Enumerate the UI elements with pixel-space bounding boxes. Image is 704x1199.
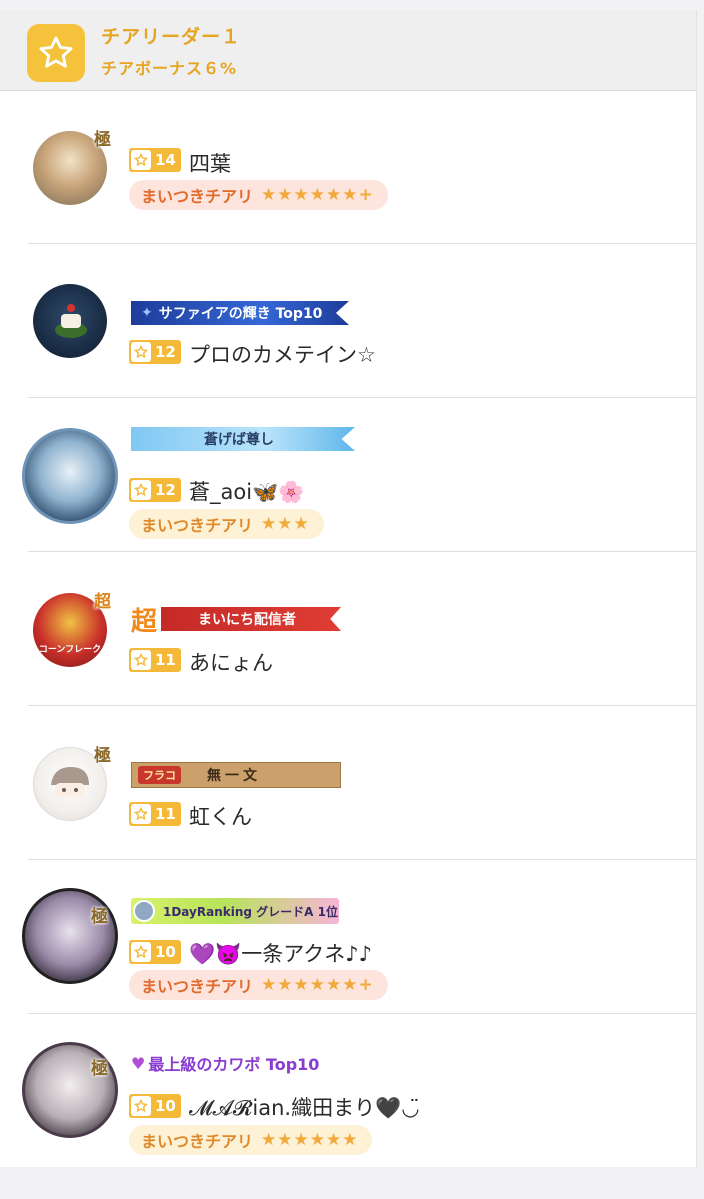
user-row[interactable]: 極 14 四葉 まいつきチアリ ★★★★★★+ <box>0 90 696 244</box>
cheer-badge: まいつきチアリ ★★★★★★+ <box>129 970 388 1000</box>
rank-mark: 超 <box>94 592 111 612</box>
star-icon <box>131 1096 151 1116</box>
avatar[interactable] <box>22 428 118 524</box>
avatar[interactable]: 極 <box>33 130 111 205</box>
title-banner: 1DayRanking グレードA 1位 <box>131 898 339 924</box>
title-banner: ♥ 最上級のカワボ Top10 <box>131 1053 320 1075</box>
avatar[interactable]: コーンフレーク 超 <box>33 592 111 667</box>
tier-title: チアリーダー１ <box>101 26 242 48</box>
title-banner: 超 まいにち配信者 <box>131 606 342 637</box>
user-name[interactable]: 💜👿一条アクネ♪♪ <box>189 938 372 968</box>
star-icon <box>131 942 151 962</box>
level-badge: 11 <box>129 648 181 672</box>
cheer-leader-panel: チアリーダー１ チアボーナス６% 極 14 四葉 まいつきチアリ ★★★★★★+ <box>0 10 697 1167</box>
level-badge: 14 <box>129 148 181 172</box>
title-banner: 蒼げば尊し <box>131 426 355 452</box>
avatar[interactable]: 極 <box>22 888 118 984</box>
cheer-badge: まいつきチアリ ★★★★★★ <box>129 1125 373 1155</box>
character-icon <box>51 767 89 797</box>
rank-mark: 極 <box>91 1059 108 1079</box>
star-icon <box>131 480 151 500</box>
rank-mark: 極 <box>94 130 111 150</box>
user-name[interactable]: 蒼_aoi🦋🌸 <box>189 476 304 506</box>
user-row[interactable]: ✦ サファイアの輝き Top10 12 プロのカメテイン☆ <box>0 244 696 398</box>
tier-header: チアリーダー１ チアボーナス６% <box>0 10 696 91</box>
star-icon <box>27 24 85 82</box>
level-badge: 10 <box>129 1094 181 1118</box>
avatar[interactable]: 極 <box>33 746 111 821</box>
tier-bonus: チアボーナス６% <box>101 59 238 78</box>
avatar[interactable]: 極 <box>22 1042 118 1138</box>
title-banner: ✦ サファイアの輝き Top10 <box>131 300 349 326</box>
rank-mark: 極 <box>94 746 111 766</box>
avatar[interactable] <box>33 284 107 358</box>
rank-mark: 極 <box>91 907 108 927</box>
user-name[interactable]: あにょん <box>189 647 273 677</box>
star-icon <box>131 342 151 362</box>
title-banner: フラコ 無一文 <box>131 762 341 788</box>
user-name[interactable]: 𝓜𝓐𝓡ian.織田まり🖤◡̈ <box>189 1092 420 1122</box>
user-row[interactable]: コーンフレーク 超 超 まいにち配信者 11 あにょん <box>0 552 696 706</box>
star-icon <box>131 150 151 170</box>
level-badge: 11 <box>129 802 181 826</box>
user-row[interactable]: 極 フラコ 無一文 11 虹くん <box>0 706 696 860</box>
user-name[interactable]: 虹くん <box>189 801 252 831</box>
cake-icon <box>55 304 87 338</box>
level-badge: 10 <box>129 940 181 964</box>
cheer-badge: まいつきチアリ ★★★ <box>129 509 324 539</box>
level-badge: 12 <box>129 478 181 502</box>
user-name[interactable]: プロのカメテイン☆ <box>189 339 376 369</box>
user-row[interactable]: 極 1DayRanking グレードA 1位 10 💜👿一条アクネ♪♪ まいつき… <box>0 860 696 1014</box>
user-row[interactable]: 蒼げば尊し 12 蒼_aoi🦋🌸 まいつきチアリ ★★★ <box>0 398 696 552</box>
user-row[interactable]: 極 ♥ 最上級のカワボ Top10 10 𝓜𝓐𝓡ian.織田まり🖤◡̈ まいつき… <box>0 1014 696 1168</box>
cheer-badge: まいつきチアリ ★★★★★★+ <box>129 180 388 210</box>
user-name[interactable]: 四葉 <box>189 148 231 178</box>
level-badge: 12 <box>129 340 181 364</box>
star-icon <box>131 650 151 670</box>
star-icon <box>131 804 151 824</box>
